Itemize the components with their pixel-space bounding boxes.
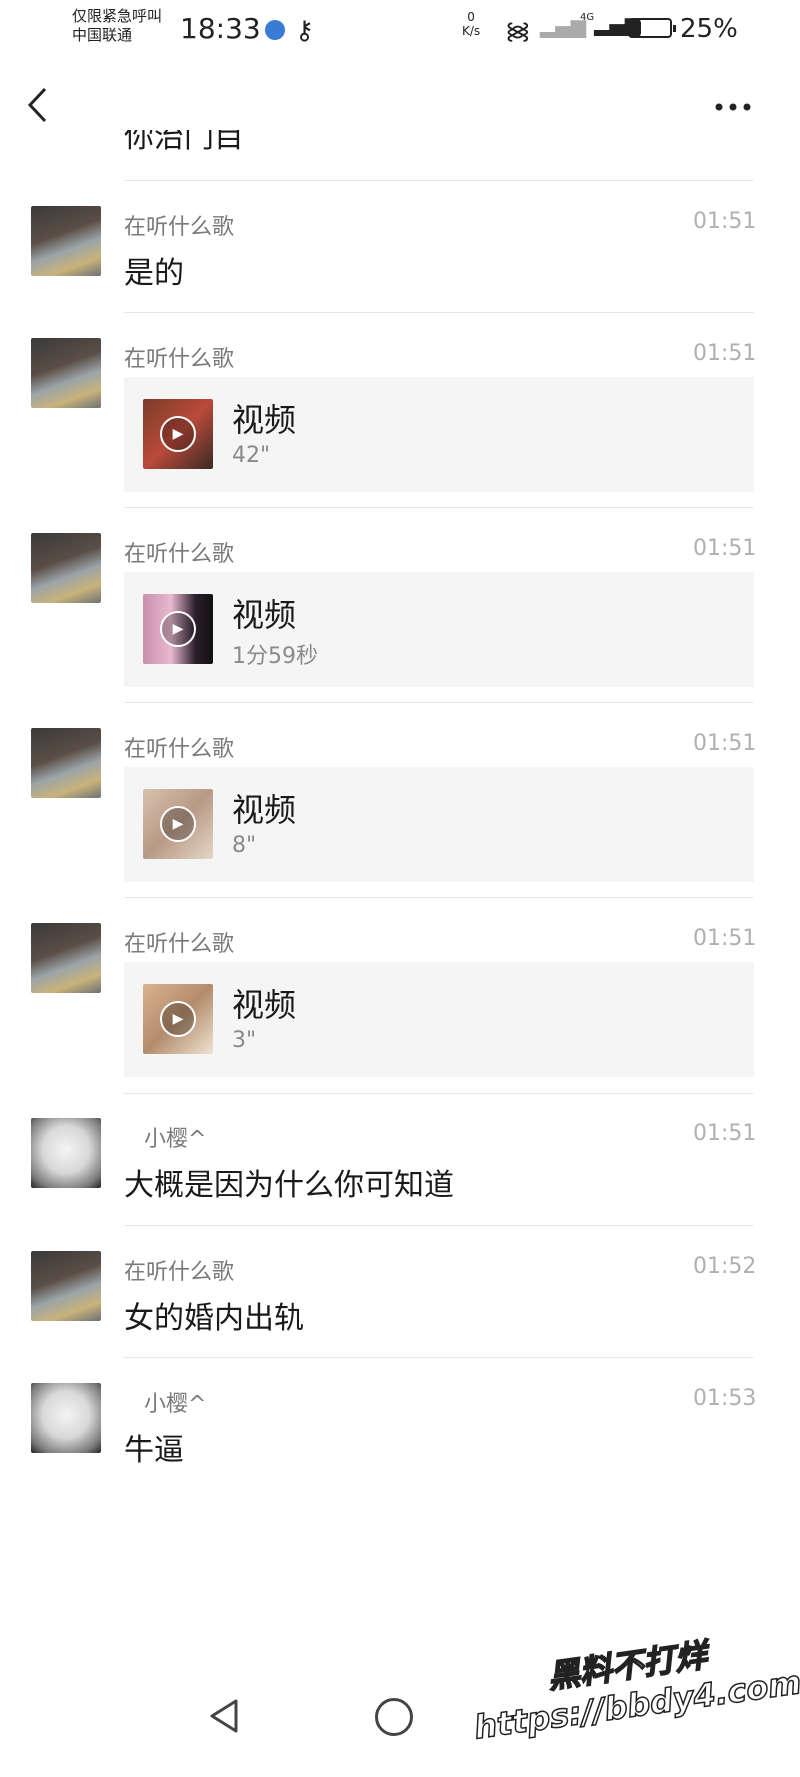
video-duration: 1分59秒 — [232, 644, 318, 669]
sender-name: 在听什么歌 — [124, 737, 235, 762]
sender-name: 在听什么歌 — [124, 215, 235, 240]
message-text: 是的 — [124, 256, 184, 291]
wifi-icon: ᯼ — [505, 17, 531, 45]
video-duration: 42" — [232, 443, 271, 468]
speed-value: 0 — [467, 10, 475, 24]
video-title: 视频 — [232, 986, 297, 1024]
speed-unit: K/s — [462, 24, 481, 38]
message-text: 女的婚内出轨 — [124, 1301, 304, 1336]
avatar[interactable] — [31, 338, 101, 408]
divider — [124, 180, 754, 181]
avatar[interactable] — [31, 533, 101, 603]
status-time: 18:33 — [180, 12, 261, 45]
more-dots-icon — [715, 103, 751, 111]
divider — [124, 507, 754, 508]
carrier-line2: 中国联通 — [72, 26, 133, 44]
video-thumbnail: ▶ — [143, 789, 213, 859]
divider — [124, 312, 754, 313]
key-icon: ⚷ — [295, 16, 315, 46]
avatar[interactable] — [31, 923, 101, 993]
message-time: 01:51 — [693, 1121, 757, 1146]
video-duration: 3" — [232, 1028, 257, 1053]
video-card[interactable]: ▶ 视频 42" — [124, 377, 754, 492]
video-thumbnail: ▶ — [143, 399, 213, 469]
message-text: 牛逼 — [124, 1433, 184, 1468]
divider — [124, 897, 754, 898]
back-button[interactable] — [25, 85, 65, 125]
divider — [124, 1093, 754, 1094]
video-card[interactable]: ▶ 视频 8" — [124, 767, 754, 882]
video-title: 视频 — [232, 791, 297, 829]
partial-message-text: 你治门目 — [124, 130, 244, 155]
video-card[interactable]: ▶ 视频 1分59秒 — [124, 572, 754, 687]
carrier-line1: 仅限紧急呼叫 — [72, 7, 163, 25]
message-time: 01:51 — [693, 536, 757, 561]
battery-level — [632, 22, 641, 34]
avatar[interactable] — [31, 206, 101, 276]
video-duration: 8" — [232, 833, 257, 858]
sender-name: 小樱^ — [144, 1127, 207, 1152]
title-bar — [0, 70, 800, 140]
play-icon: ▶ — [160, 416, 196, 452]
nav-back-button[interactable] — [208, 1698, 240, 1743]
video-card[interactable]: ▶ 视频 3" — [124, 962, 754, 1077]
avatar[interactable] — [31, 1383, 101, 1453]
battery-percent: 25% — [680, 14, 738, 44]
video-thumbnail: ▶ — [143, 984, 213, 1054]
carrier-info: 仅限紧急呼叫 中国联通 — [72, 7, 162, 45]
video-thumbnail: ▶ — [143, 594, 213, 664]
message-time: 01:51 — [693, 209, 757, 234]
divider — [124, 702, 754, 703]
sender-name: 在听什么歌 — [124, 542, 235, 567]
message-text: 大概是因为什么你可知道 — [124, 1168, 454, 1203]
video-title: 视频 — [232, 596, 297, 634]
message-time: 01:51 — [693, 341, 757, 366]
battery-icon — [628, 18, 676, 38]
globe-icon — [265, 20, 285, 40]
status-bar: 仅限紧急呼叫 中国联通 18:33 ⚷ 0 K/s ᯼ ▂▄▆ 4G▂▄▆ 25… — [0, 0, 800, 60]
divider — [124, 1225, 754, 1226]
divider — [124, 1357, 754, 1358]
play-icon: ▶ — [160, 1001, 196, 1037]
video-title: 视频 — [232, 401, 297, 439]
play-icon: ▶ — [160, 611, 196, 647]
avatar[interactable] — [31, 1118, 101, 1188]
partial-message: 你治门目 — [124, 130, 244, 160]
more-button[interactable] — [715, 85, 751, 120]
triangle-back-icon — [210, 1699, 238, 1733]
message-time: 01:51 — [693, 926, 757, 951]
message-time: 01:52 — [693, 1254, 757, 1279]
network-type: 4G — [580, 12, 595, 23]
message-time: 01:51 — [693, 731, 757, 756]
circle-home-icon[interactable] — [375, 1698, 413, 1736]
message-time: 01:53 — [693, 1386, 757, 1411]
sender-name: 在听什么歌 — [124, 1260, 235, 1285]
avatar[interactable] — [31, 728, 101, 798]
sender-name: 在听什么歌 — [124, 932, 235, 957]
sender-name: 小樱^ — [144, 1392, 207, 1417]
avatar[interactable] — [31, 1251, 101, 1321]
sender-name: 在听什么歌 — [124, 347, 235, 372]
network-speed: 0 K/s — [462, 10, 480, 38]
chevron-left-icon — [27, 87, 47, 123]
play-icon: ▶ — [160, 806, 196, 842]
